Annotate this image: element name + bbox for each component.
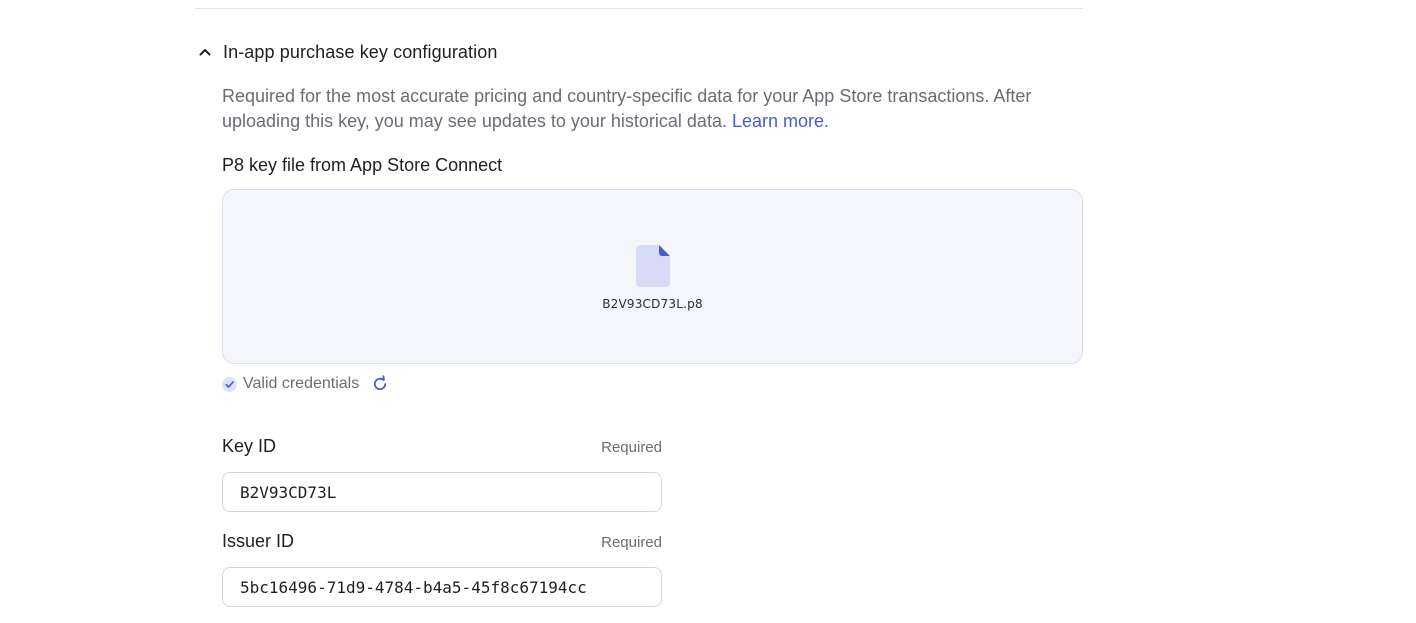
section-title: In-app purchase key configuration [223, 41, 498, 62]
learn-more-link[interactable]: Learn more. [732, 111, 829, 131]
chevron-up-icon[interactable] [195, 42, 215, 62]
file-icon [635, 244, 670, 287]
p8-file-dropzone[interactable]: B2V93CD73L.p8 [222, 189, 1083, 364]
valid-credentials-text: Valid credentials [243, 375, 360, 392]
key-id-label: Key ID [222, 436, 277, 456]
key-id-required: Required [601, 439, 662, 456]
issuer-id-input[interactable] [222, 567, 662, 607]
credentials-status: Valid credentials [222, 374, 389, 394]
uploaded-file-name: B2V93CD73L.p8 [602, 296, 703, 311]
divider [195, 8, 1083, 9]
issuer-id-field: Issuer ID Required [222, 531, 662, 607]
description-text: Required for the most accurate pricing a… [222, 86, 1032, 131]
key-id-field: Key ID Required [222, 436, 662, 512]
p8-file-label: P8 key file from App Store Connect [222, 155, 503, 175]
check-circle-icon [222, 376, 237, 392]
section-description: Required for the most accurate pricing a… [222, 84, 1092, 134]
page: In-app purchase key configuration Requir… [0, 0, 1416, 623]
issuer-id-required: Required [601, 534, 662, 551]
refresh-icon[interactable] [371, 375, 389, 393]
issuer-id-label: Issuer ID [222, 531, 295, 551]
key-id-input[interactable] [222, 472, 662, 512]
section-toggle[interactable]: In-app purchase key configuration [195, 38, 497, 66]
